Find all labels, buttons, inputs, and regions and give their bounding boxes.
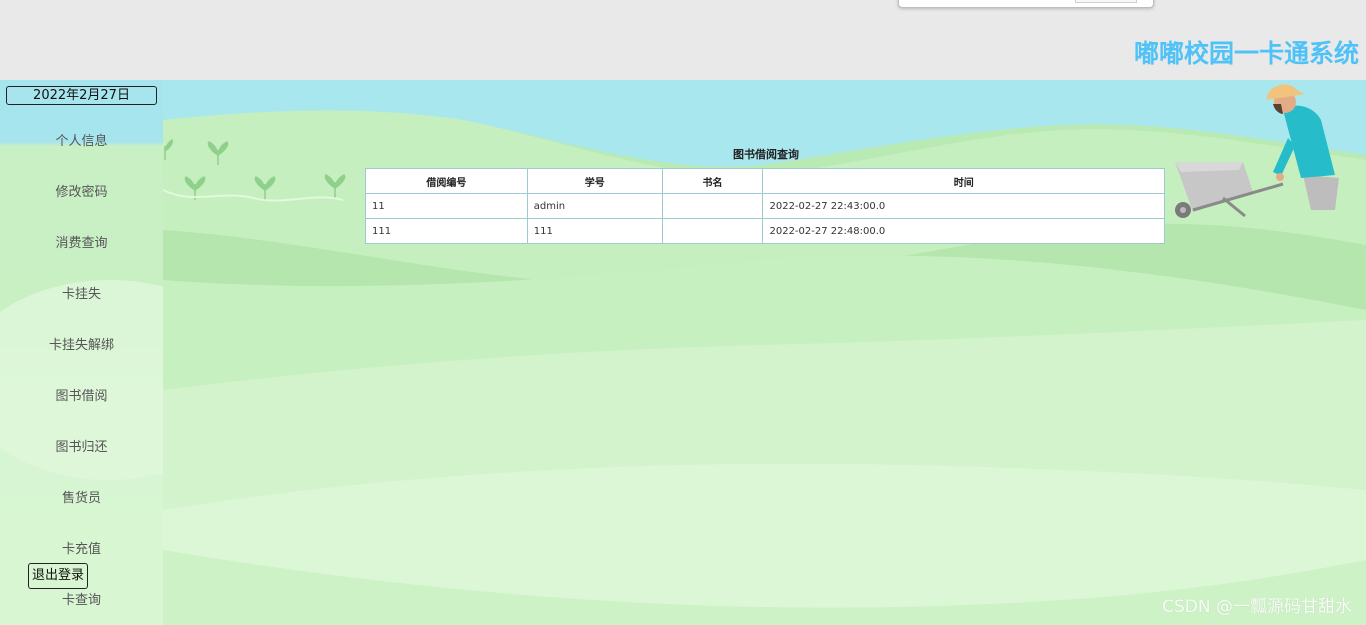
cell-book-name [661, 218, 764, 244]
cell-time: 2022-02-27 22:48:00.0 [762, 218, 1165, 244]
sidebar-item-report-loss[interactable]: 卡挂失 [0, 283, 163, 302]
column-header-borrow-id: 借阅编号 [365, 168, 528, 194]
sidebar: 2022年2月27日 个人信息 修改密码 消费查询 卡挂失 卡挂失解绑 图书借阅… [0, 80, 163, 625]
table-title: 图书借阅查询 [733, 148, 799, 161]
sidebar-item-personal-info[interactable]: 个人信息 [0, 130, 163, 149]
sidebar-item-unbind-loss[interactable]: 卡挂失解绑 [0, 334, 163, 353]
cell-borrow-id: 11 [365, 193, 528, 219]
watermark: CSDN @一瓢源码甘甜水 [1162, 597, 1352, 617]
sidebar-item-book-borrow[interactable]: 图书借阅 [0, 385, 163, 404]
main-content: 图书借阅查询 借阅编号 学号 书名 时间 11 admin 2022-02-27… [163, 80, 1366, 625]
borrow-records-table: 借阅编号 学号 书名 时间 11 admin 2022-02-27 22:43:… [365, 168, 1165, 244]
column-header-book-name: 书名 [661, 168, 764, 194]
top-popup [898, 0, 1154, 8]
sidebar-item-card-recharge[interactable]: 卡充值 [0, 538, 163, 557]
table-row: 11 admin 2022-02-27 22:43:00.0 [365, 193, 1165, 219]
table-header-row: 借阅编号 学号 书名 时间 [365, 168, 1165, 194]
cell-borrow-id: 111 [365, 218, 528, 244]
sidebar-item-consumption-query[interactable]: 消费查询 [0, 232, 163, 251]
app-title: 嘟嘟校园一卡通系统 [1133, 39, 1359, 68]
sidebar-item-change-password[interactable]: 修改密码 [0, 181, 163, 200]
cell-student-id: admin [526, 193, 663, 219]
sidebar-item-book-return[interactable]: 图书归还 [0, 436, 163, 455]
cell-time: 2022-02-27 22:43:00.0 [762, 193, 1165, 219]
column-header-time: 时间 [762, 168, 1165, 194]
cell-book-name [661, 193, 764, 219]
sidebar-item-cashier[interactable]: 售货员 [0, 487, 163, 506]
date-display: 2022年2月27日 [6, 86, 157, 105]
logout-button[interactable]: 退出登录 [28, 563, 89, 589]
cell-student-id: 111 [526, 218, 663, 244]
table-row: 111 111 2022-02-27 22:48:00.0 [365, 218, 1165, 244]
top-header: 嘟嘟校园一卡通系统 [0, 0, 1366, 80]
column-header-student-id: 学号 [526, 168, 663, 194]
sidebar-item-card-query[interactable]: 卡查询 [0, 589, 163, 608]
popup-button[interactable] [1075, 0, 1137, 3]
